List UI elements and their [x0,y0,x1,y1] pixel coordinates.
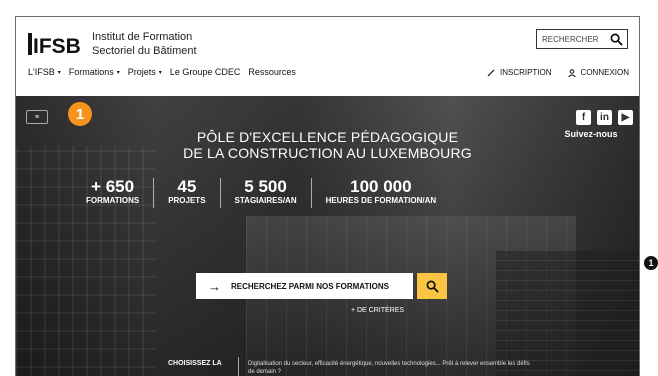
stat-divider [219,178,221,208]
course-search-button[interactable]: → RECHERCHEZ PARMI NOS FORMATIONS [196,273,413,299]
nav-item-label: Ressources [248,67,296,77]
site-header: IFSB Institut de Formation Sectoriel du … [16,17,639,95]
arrow-right-icon: → [208,278,221,294]
hero-headline: PÔLE D'EXCELLENCE PÉDAGOGIQUE DE LA CONS… [16,129,639,161]
browser-frame: IFSB Institut de Formation Sectoriel du … [15,16,640,376]
step-badge: 1 [68,102,92,126]
nav-item-label: Projets [127,67,156,77]
nav-item-label: Le Groupe CDEC [169,67,241,77]
chevron-down-icon: ▾ [57,69,61,76]
stat-stagiaires: 5 500 STAGIAIRES/AN [235,178,297,206]
course-search-submit[interactable] [417,273,447,299]
search-icon[interactable] [610,33,623,46]
stat-divider [310,178,312,208]
signup-label: INSCRIPTION [499,68,552,77]
nav-item-projets[interactable]: Projets ▾ [128,67,162,77]
main-nav: L'IFSB ▾ Formations ▾ Projets ▾ Le Group… [28,67,296,77]
login-label: CONNEXION [580,68,629,77]
menu-toggle-icon[interactable]: ≡ [26,110,48,124]
choose-divider [238,357,239,376]
stat-heures: 100 000 HEURES DE FORMATION/AN [326,178,437,206]
more-criteria-link[interactable]: + DE CRITÈRES [16,307,639,314]
nav-item-ressources[interactable]: Ressources [248,67,296,77]
institute-name: Institut de Formation Sectoriel du Bâtim… [92,30,197,58]
ifsb-logo[interactable]: IFSB [28,31,80,57]
signup-link[interactable]: INSCRIPTION [487,68,552,77]
logo-text: IFSB [33,35,80,57]
linkedin-icon[interactable]: in [597,110,612,125]
user-icon [567,68,576,77]
institute-name-line1: Institut de Formation [92,31,193,43]
chevron-down-icon: ▾ [116,69,120,76]
chevron-down-icon: ▾ [158,69,162,76]
nav-item-groupe-cdec[interactable]: Le Groupe CDEC [170,67,241,77]
nav-item-ifsb[interactable]: L'IFSB ▾ [28,67,61,77]
stat-projets: 45 PROJETS [168,178,205,206]
nav-item-label: L'IFSB [28,67,55,77]
facebook-icon[interactable]: f [576,110,591,125]
stat-value: 45 [177,177,197,196]
stat-value: 5 500 [244,177,287,196]
course-search-label: RECHERCHEZ PARMI NOS FORMATIONS [231,281,389,291]
social-links: f in ▶ [576,110,633,125]
pencil-icon [487,69,495,76]
choose-label: CHOISISSEZ LA [168,360,222,367]
stat-value: + 650 [91,177,135,196]
nav-item-label: Formations [68,67,114,77]
stats-row: + 650 FORMATIONS 45 PROJETS 5 500 STAGIA… [86,178,606,208]
institute-name-line2: Sectoriel du Bâtiment [92,45,197,57]
stat-label: PROJETS [168,196,206,205]
headline-line1: PÔLE D'EXCELLENCE PÉDAGOGIQUE [196,129,459,145]
hero-banner: ≡ 1 f in ▶ Suivez-nous PÔLE D'EXCELLENCE… [16,96,639,376]
search-icon [426,280,439,293]
choose-description: Digitalisation du secteur, efficacité én… [248,361,530,375]
stat-formations: + 650 FORMATIONS [86,178,139,206]
search-input[interactable] [537,30,607,48]
headline-line2: DE LA CONSTRUCTION AU LUXEMBOURG [183,145,472,161]
search-box [536,29,628,49]
stat-label: FORMATIONS [86,196,140,205]
account-links: INSCRIPTION CONNEXION [487,68,629,77]
stat-divider [153,178,155,208]
stat-value: 100 000 [350,177,412,196]
stat-label: HEURES DE FORMATION/AN [325,196,437,205]
login-link[interactable]: CONNEXION [567,68,629,77]
stat-label: STAGIAIRES/AN [234,196,297,205]
numbered-marker-icon: 1 [644,256,658,270]
nav-item-formations[interactable]: Formations ▾ [69,67,120,77]
youtube-icon[interactable]: ▶ [618,110,633,125]
